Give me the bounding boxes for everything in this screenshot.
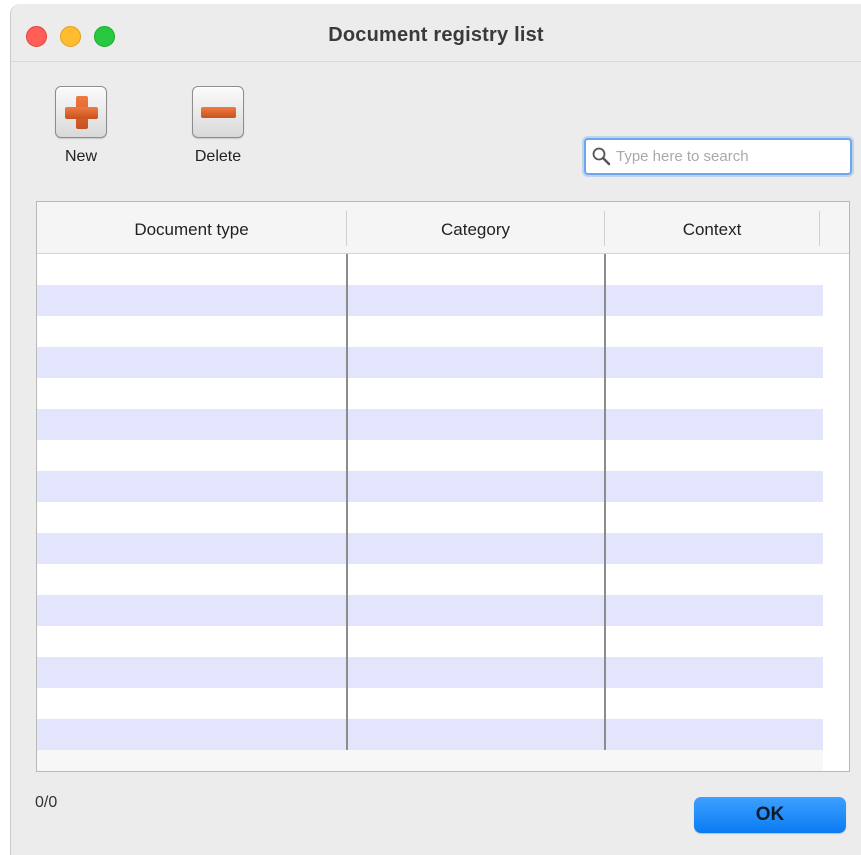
new-button-label: New: [64, 148, 97, 165]
table-row[interactable]: [37, 254, 823, 285]
ok-button[interactable]: OK: [694, 797, 846, 833]
table-row[interactable]: [37, 657, 823, 688]
search-input[interactable]: [616, 144, 844, 168]
table-row[interactable]: [37, 719, 823, 750]
new-tool[interactable]: New: [26, 86, 136, 166]
table-row[interactable]: [37, 440, 823, 471]
table-empty-area: [37, 750, 823, 771]
table-row[interactable]: [37, 595, 823, 626]
table-row[interactable]: [37, 502, 823, 533]
table-header: Document type Category Context: [37, 202, 849, 254]
table-row[interactable]: [37, 316, 823, 347]
table-row[interactable]: [37, 688, 823, 719]
table-row[interactable]: [37, 378, 823, 409]
new-button[interactable]: [55, 86, 107, 138]
delete-tool[interactable]: Delete: [163, 86, 273, 166]
title-bar: Document registry list: [11, 4, 861, 62]
column-header-document-type[interactable]: Document type: [37, 202, 346, 253]
table-row[interactable]: [37, 409, 823, 440]
table-row[interactable]: [37, 471, 823, 502]
window-title: Document registry list: [328, 24, 544, 46]
document-registry-window: Document registry list New Delete Docume…: [10, 4, 861, 855]
search-field[interactable]: [584, 138, 852, 175]
column-divider: [346, 254, 348, 750]
column-divider: [819, 211, 820, 246]
table-row[interactable]: [37, 533, 823, 564]
magnifier-icon: [592, 147, 611, 166]
delete-button[interactable]: [192, 86, 244, 138]
table-row[interactable]: [37, 564, 823, 595]
table-scrollbar[interactable]: [823, 254, 849, 771]
document-registry-table: Document type Category Context: [36, 201, 850, 772]
column-header-context[interactable]: Context: [605, 202, 819, 253]
table-row[interactable]: [37, 285, 823, 316]
table-row[interactable]: [37, 626, 823, 657]
delete-button-label: Delete: [194, 148, 242, 165]
column-header-category[interactable]: Category: [347, 202, 604, 253]
table-row[interactable]: [37, 347, 823, 378]
table-body[interactable]: [37, 254, 823, 750]
column-divider: [604, 254, 606, 750]
record-count: 0/0: [35, 794, 58, 811]
